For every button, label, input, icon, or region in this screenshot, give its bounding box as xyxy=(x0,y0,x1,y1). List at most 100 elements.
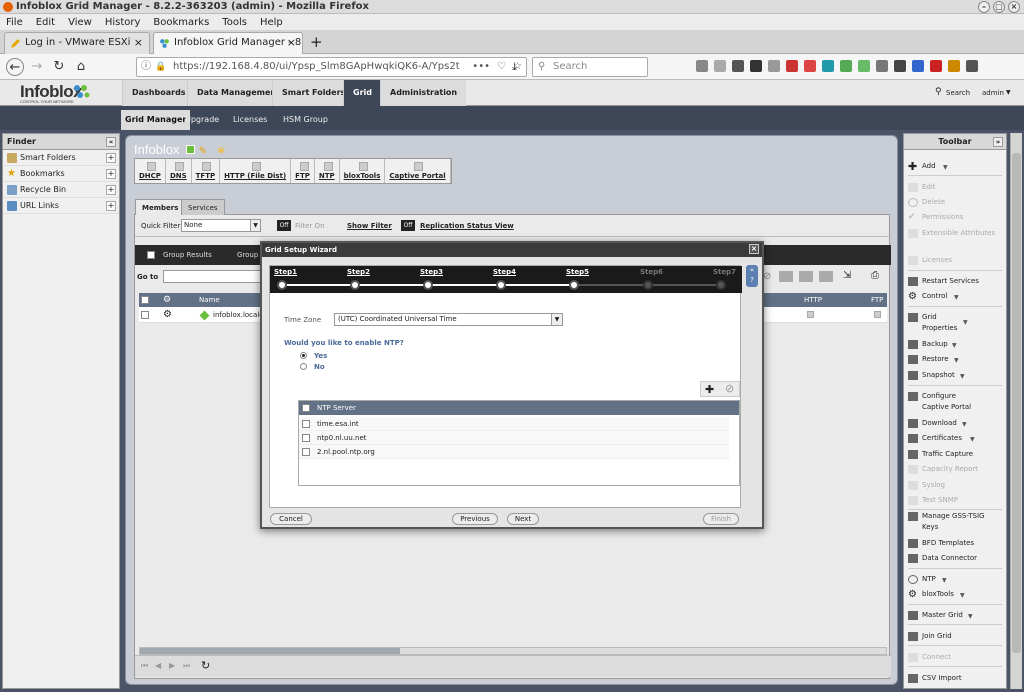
menu-help[interactable]: Help xyxy=(260,17,283,28)
menu-edit[interactable]: Edit xyxy=(36,17,55,28)
page-scrollbar[interactable] xyxy=(1010,133,1022,689)
step-1[interactable]: Step1 xyxy=(274,268,297,276)
info-icon[interactable]: ⓘ xyxy=(141,58,151,76)
eyedropper-icon[interactable] xyxy=(732,60,744,72)
collapse-toolbar-button[interactable]: » xyxy=(993,137,1003,147)
forward-button[interactable]: → xyxy=(28,58,46,76)
menu-history[interactable]: History xyxy=(105,17,141,28)
table-row[interactable]: time.esa.int xyxy=(299,417,729,431)
filter-toggle[interactable]: Off xyxy=(277,220,291,231)
main-tab-administration[interactable]: Administration xyxy=(380,80,467,106)
toolbar-bloxtools[interactable]: ⚙ bloxTools ▼ xyxy=(906,589,1004,600)
toolbar-edit[interactable]: Edit xyxy=(906,182,1004,193)
scrollbar-thumb[interactable] xyxy=(1012,153,1021,653)
expand-icon[interactable]: + xyxy=(106,153,116,163)
extension-d-icon[interactable] xyxy=(750,60,762,72)
subtab-licenses[interactable]: Licenses xyxy=(229,110,271,130)
toolbar-test-snmp[interactable]: Test SNMP xyxy=(906,495,1004,506)
edit-pencil-icon[interactable]: ✎ xyxy=(199,146,207,157)
page-actions-icon[interactable]: ••• xyxy=(468,58,490,76)
dropdown-arrow-icon[interactable]: ▼ xyxy=(954,355,959,366)
library-icon[interactable] xyxy=(696,60,708,72)
timezone-select[interactable]: (UTC) Coordinated Universal Time ▼ xyxy=(334,313,563,326)
next-button[interactable]: Next xyxy=(507,513,539,525)
download-icon[interactable]: ⤓ xyxy=(512,60,517,74)
dropdown-arrow-icon[interactable]: ▼ xyxy=(968,611,973,622)
search-input[interactable]: ⚲ Search xyxy=(532,57,648,77)
expand-icon[interactable]: + xyxy=(106,201,116,211)
back-button[interactable]: ← xyxy=(6,58,24,76)
toolbar-grid-properties[interactable]: Grid Properties xyxy=(906,312,962,334)
tab-services[interactable]: Services xyxy=(181,199,225,215)
column-name[interactable]: Name xyxy=(199,293,220,307)
close-window-button[interactable]: × xyxy=(1008,1,1020,13)
collapse-finder-button[interactable]: « xyxy=(106,137,116,147)
menu-tools[interactable]: Tools xyxy=(222,17,247,28)
menu-file[interactable]: File xyxy=(6,17,23,28)
toolbar-backup[interactable]: Backup ▼ xyxy=(906,339,1004,350)
minimize-button[interactable]: – xyxy=(978,1,990,13)
toolbar-master-grid[interactable]: Master Grid ▼ xyxy=(906,610,1004,621)
column-ftp[interactable]: FTP xyxy=(871,293,883,307)
dropdown-arrow-icon[interactable]: ▼ xyxy=(942,575,947,586)
service-captive-portal[interactable]: Captive Portal xyxy=(385,159,451,183)
toolbar-bfd-templates[interactable]: BFD Templates xyxy=(906,538,1004,549)
toolbar-permissions[interactable]: ✔ Permissions xyxy=(906,212,1004,223)
dropdown-arrow-icon[interactable]: ▼ xyxy=(970,434,975,445)
extension-grid-icon[interactable] xyxy=(858,60,870,72)
finder-item-bookmarks[interactable]: ★ Bookmarks + xyxy=(3,166,119,182)
refresh-icon[interactable]: ↻ xyxy=(201,659,210,672)
menu-hamburger-icon[interactable] xyxy=(966,60,978,72)
toolbar-delete[interactable]: Delete xyxy=(906,197,1004,208)
subtab-upgrade[interactable]: Upgrade xyxy=(181,110,223,130)
show-filter-link[interactable]: Show Filter xyxy=(347,222,392,230)
ntp-no-label[interactable]: No xyxy=(314,363,325,371)
remove-ntp-server-icon[interactable]: ⊘ xyxy=(725,382,734,395)
next-page-icon[interactable]: ▶ xyxy=(169,661,175,670)
ntp-yes-radio[interactable] xyxy=(300,352,307,359)
toolbar-connect[interactable]: Connect xyxy=(906,652,1004,663)
step-3[interactable]: Step3 xyxy=(420,268,443,276)
service-dhcp[interactable]: DHCP xyxy=(135,159,166,183)
extension-badge-icon[interactable] xyxy=(930,60,942,72)
close-tab-icon[interactable]: × xyxy=(287,33,296,53)
service-http-file-dist[interactable]: HTTP (File Dist) xyxy=(220,159,292,183)
toolbar-csv-import[interactable]: CSV Import xyxy=(906,673,1004,684)
toolbar-list-icon[interactable] xyxy=(819,271,833,282)
dropdown-arrow-icon[interactable]: ▼ xyxy=(952,340,957,351)
menu-bookmarks[interactable]: Bookmarks xyxy=(153,17,209,28)
toolbar-control[interactable]: ⚙ Control ▼ xyxy=(906,291,1004,302)
toolbar-grid-icon[interactable] xyxy=(779,271,793,282)
extension-red-icon[interactable] xyxy=(804,60,816,72)
column-http[interactable]: HTTP xyxy=(804,293,822,307)
toolbar-box-icon[interactable] xyxy=(799,271,813,282)
group-results-checkbox[interactable] xyxy=(147,251,155,259)
expand-icon[interactable]: + xyxy=(106,185,116,195)
prev-page-icon[interactable]: ◀ xyxy=(155,661,161,670)
last-page-icon[interactable]: ⏭ xyxy=(183,661,190,671)
app-search-icon[interactable]: ⚲ xyxy=(935,87,942,97)
toolbar-certificates[interactable]: Certificates ▼ xyxy=(906,433,1004,444)
filter-on-link[interactable]: Filter On xyxy=(295,222,325,230)
main-tab-smart-folders[interactable]: Smart Folders xyxy=(272,80,355,106)
step-5[interactable]: Step5 xyxy=(566,268,589,276)
ntp-row-checkbox[interactable] xyxy=(302,420,310,428)
subtab-grid-manager[interactable]: Grid Manager xyxy=(121,110,191,130)
finder-item-url-links[interactable]: URL Links + xyxy=(3,198,119,214)
ublock-icon[interactable] xyxy=(786,60,798,72)
subtab-hsm-group[interactable]: HSM Group xyxy=(279,110,332,130)
service-dns[interactable]: DNS xyxy=(166,159,192,183)
toolbar-restore[interactable]: Restore ▼ xyxy=(906,354,1004,365)
user-menu[interactable]: admin xyxy=(982,89,1004,97)
new-tab-button[interactable]: + xyxy=(310,33,323,51)
main-tab-dashboards[interactable]: Dashboards xyxy=(122,80,195,106)
print-icon[interactable]: ⎙ xyxy=(871,270,879,281)
toolbar-syslog[interactable]: Syslog xyxy=(906,480,1004,491)
ntp-row-checkbox[interactable] xyxy=(302,434,310,442)
toolbar-join-grid[interactable]: Join Grid xyxy=(906,631,1004,642)
cancel-button[interactable]: Cancel xyxy=(270,513,312,525)
toolbar-add[interactable]: ✚ Add ▼ xyxy=(906,161,1004,172)
ntp-yes-label[interactable]: Yes xyxy=(314,352,327,360)
pocket-icon[interactable]: ♡ xyxy=(497,58,506,76)
extension-defa-icon[interactable] xyxy=(912,60,924,72)
